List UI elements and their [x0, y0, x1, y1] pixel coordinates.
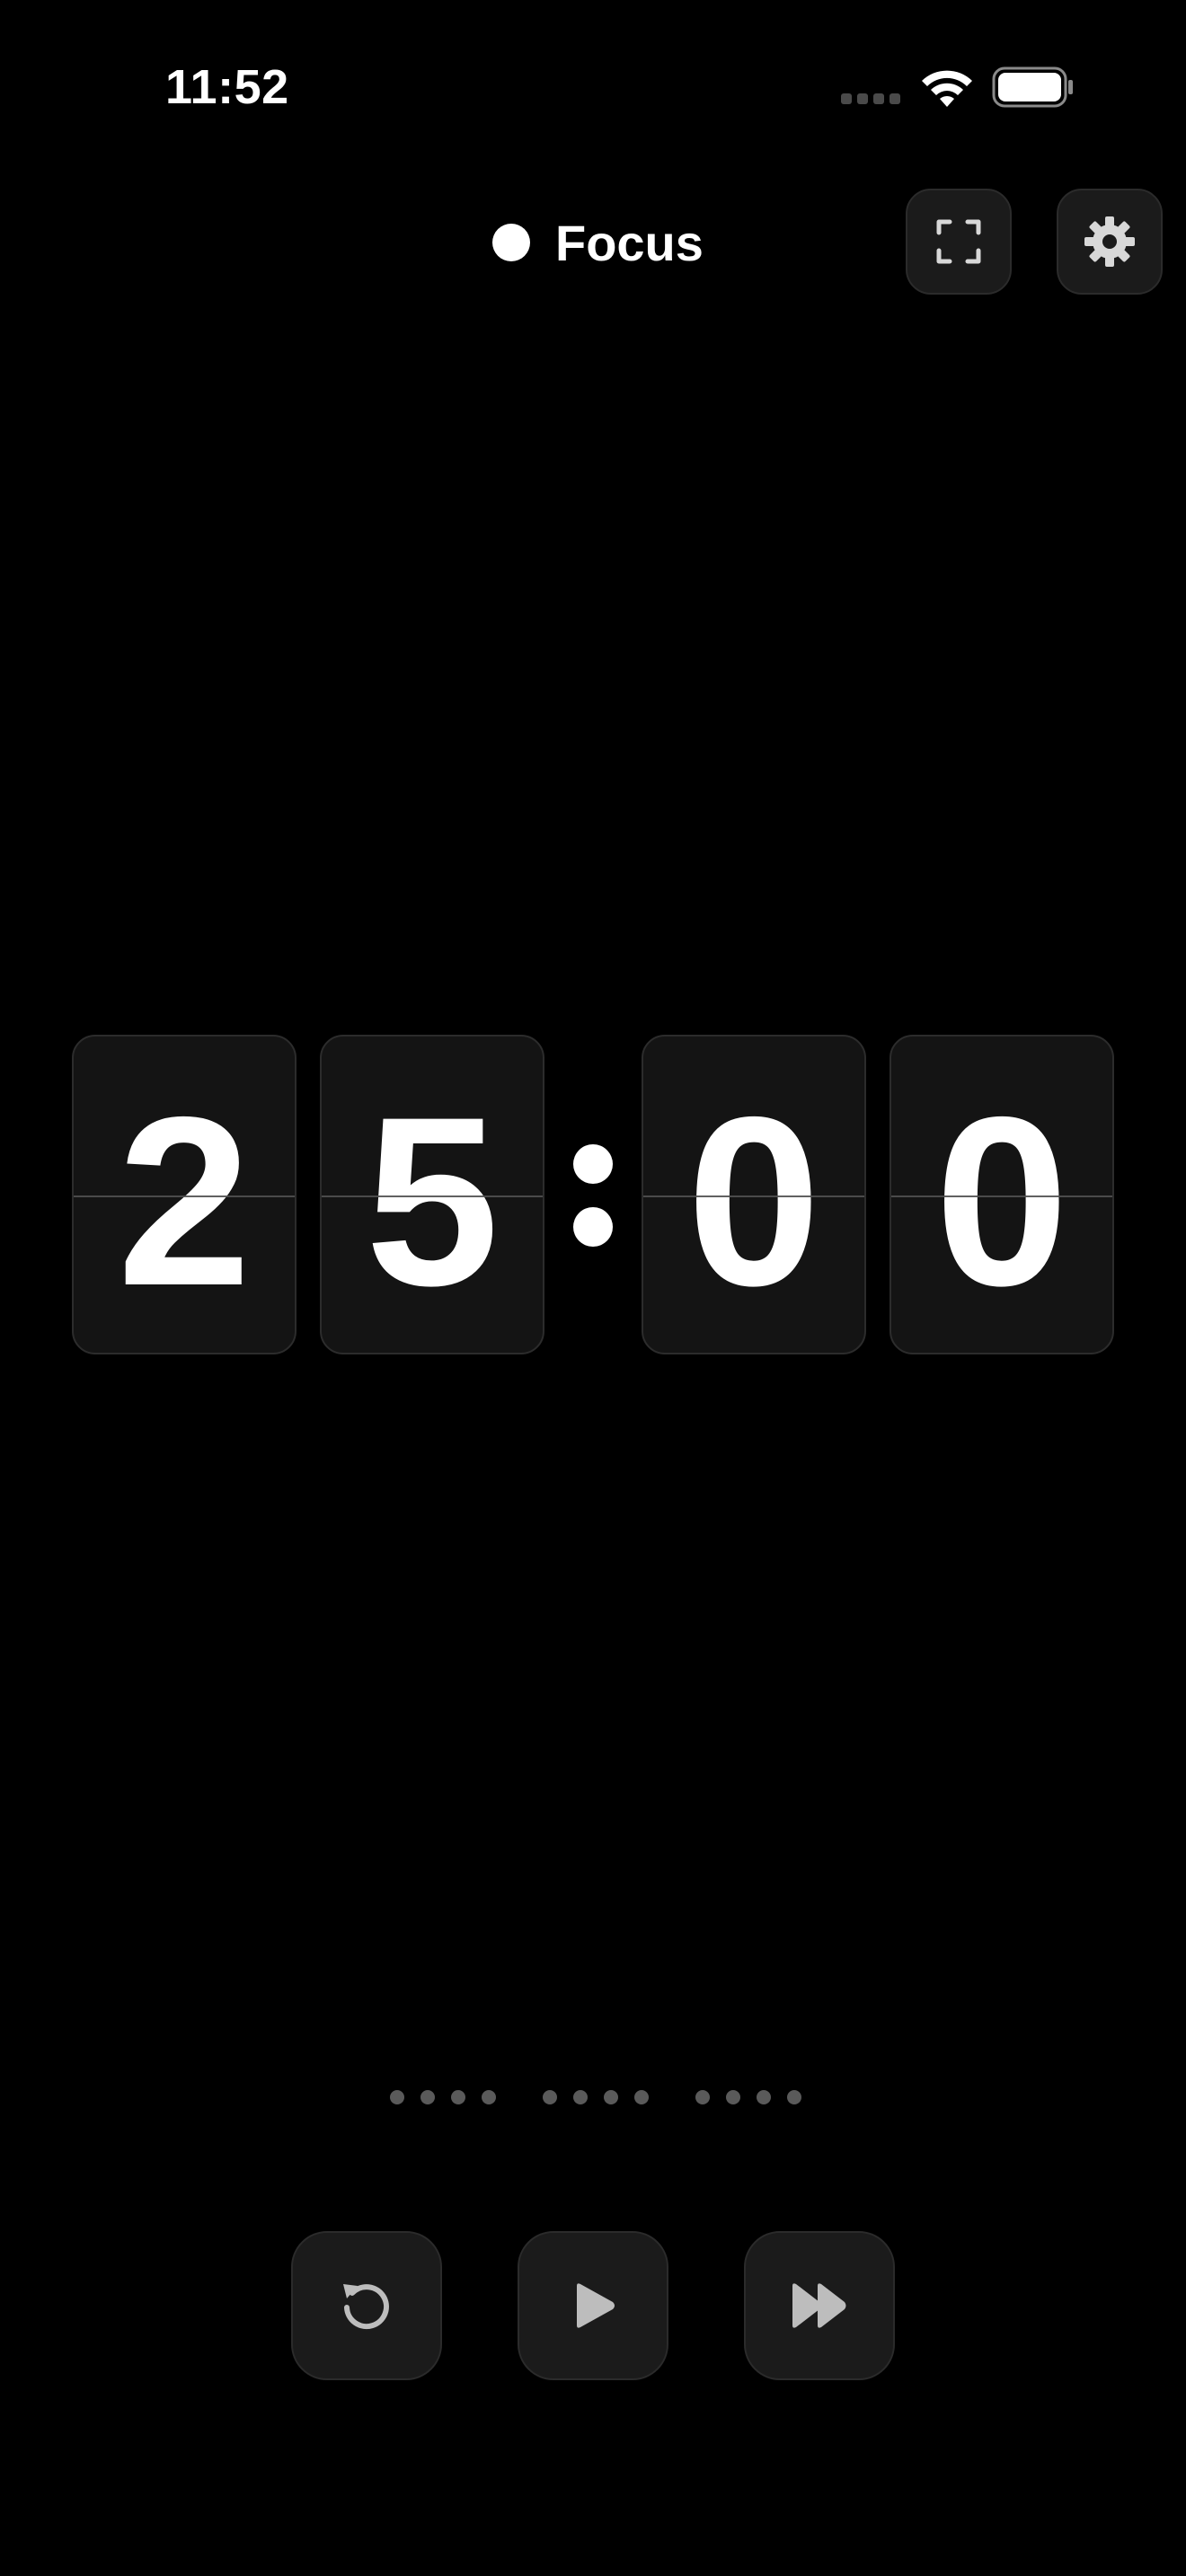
minutes-tens-digit: 2	[117, 1066, 252, 1336]
gear-icon	[1084, 216, 1135, 267]
status-time: 11:52	[165, 60, 289, 114]
session-dot	[757, 2090, 771, 2104]
session-dot	[604, 2090, 618, 2104]
settings-button[interactable]	[1057, 189, 1163, 295]
flip-split-line	[74, 1195, 295, 1197]
mode-indicator-dot	[492, 224, 530, 261]
session-dot	[451, 2090, 465, 2104]
fullscreen-icon	[936, 219, 981, 264]
reset-icon	[343, 2284, 389, 2330]
battery-icon	[992, 66, 1073, 108]
skip-button[interactable]	[744, 2231, 895, 2380]
session-dot	[695, 2090, 710, 2104]
fullscreen-button[interactable]	[906, 189, 1012, 295]
session-dot	[543, 2090, 557, 2104]
session-dot	[420, 2090, 435, 2104]
session-dot	[573, 2090, 588, 2104]
seconds-ones-digit: 0	[934, 1066, 1069, 1336]
seconds-tens-card: 0	[642, 1035, 866, 1354]
mode-label: Focus	[492, 210, 704, 275]
flip-split-line	[891, 1195, 1112, 1197]
signal-dots-icon	[841, 93, 900, 104]
reset-button[interactable]	[291, 2231, 442, 2380]
skip-forward-icon	[792, 2283, 846, 2328]
minutes-tens-card: 2	[72, 1035, 296, 1354]
colon-separator-top	[573, 1144, 613, 1184]
session-dot	[787, 2090, 801, 2104]
colon-separator-bottom	[573, 1207, 613, 1247]
session-group	[390, 2090, 496, 2104]
mode-title: Focus	[555, 214, 704, 271]
flip-split-line	[643, 1195, 864, 1197]
seconds-tens-digit: 0	[686, 1066, 821, 1336]
session-progress	[390, 2090, 801, 2104]
session-group	[695, 2090, 801, 2104]
session-dot	[726, 2090, 740, 2104]
minutes-ones-digit: 5	[365, 1066, 500, 1336]
session-group	[543, 2090, 649, 2104]
play-button[interactable]	[518, 2231, 668, 2380]
play-icon	[577, 2283, 615, 2328]
session-dot	[390, 2090, 404, 2104]
session-dot	[634, 2090, 649, 2104]
flip-split-line	[322, 1195, 543, 1197]
wifi-icon	[922, 70, 972, 107]
session-dot	[482, 2090, 496, 2104]
minutes-ones-card: 5	[320, 1035, 544, 1354]
seconds-ones-card: 0	[890, 1035, 1114, 1354]
